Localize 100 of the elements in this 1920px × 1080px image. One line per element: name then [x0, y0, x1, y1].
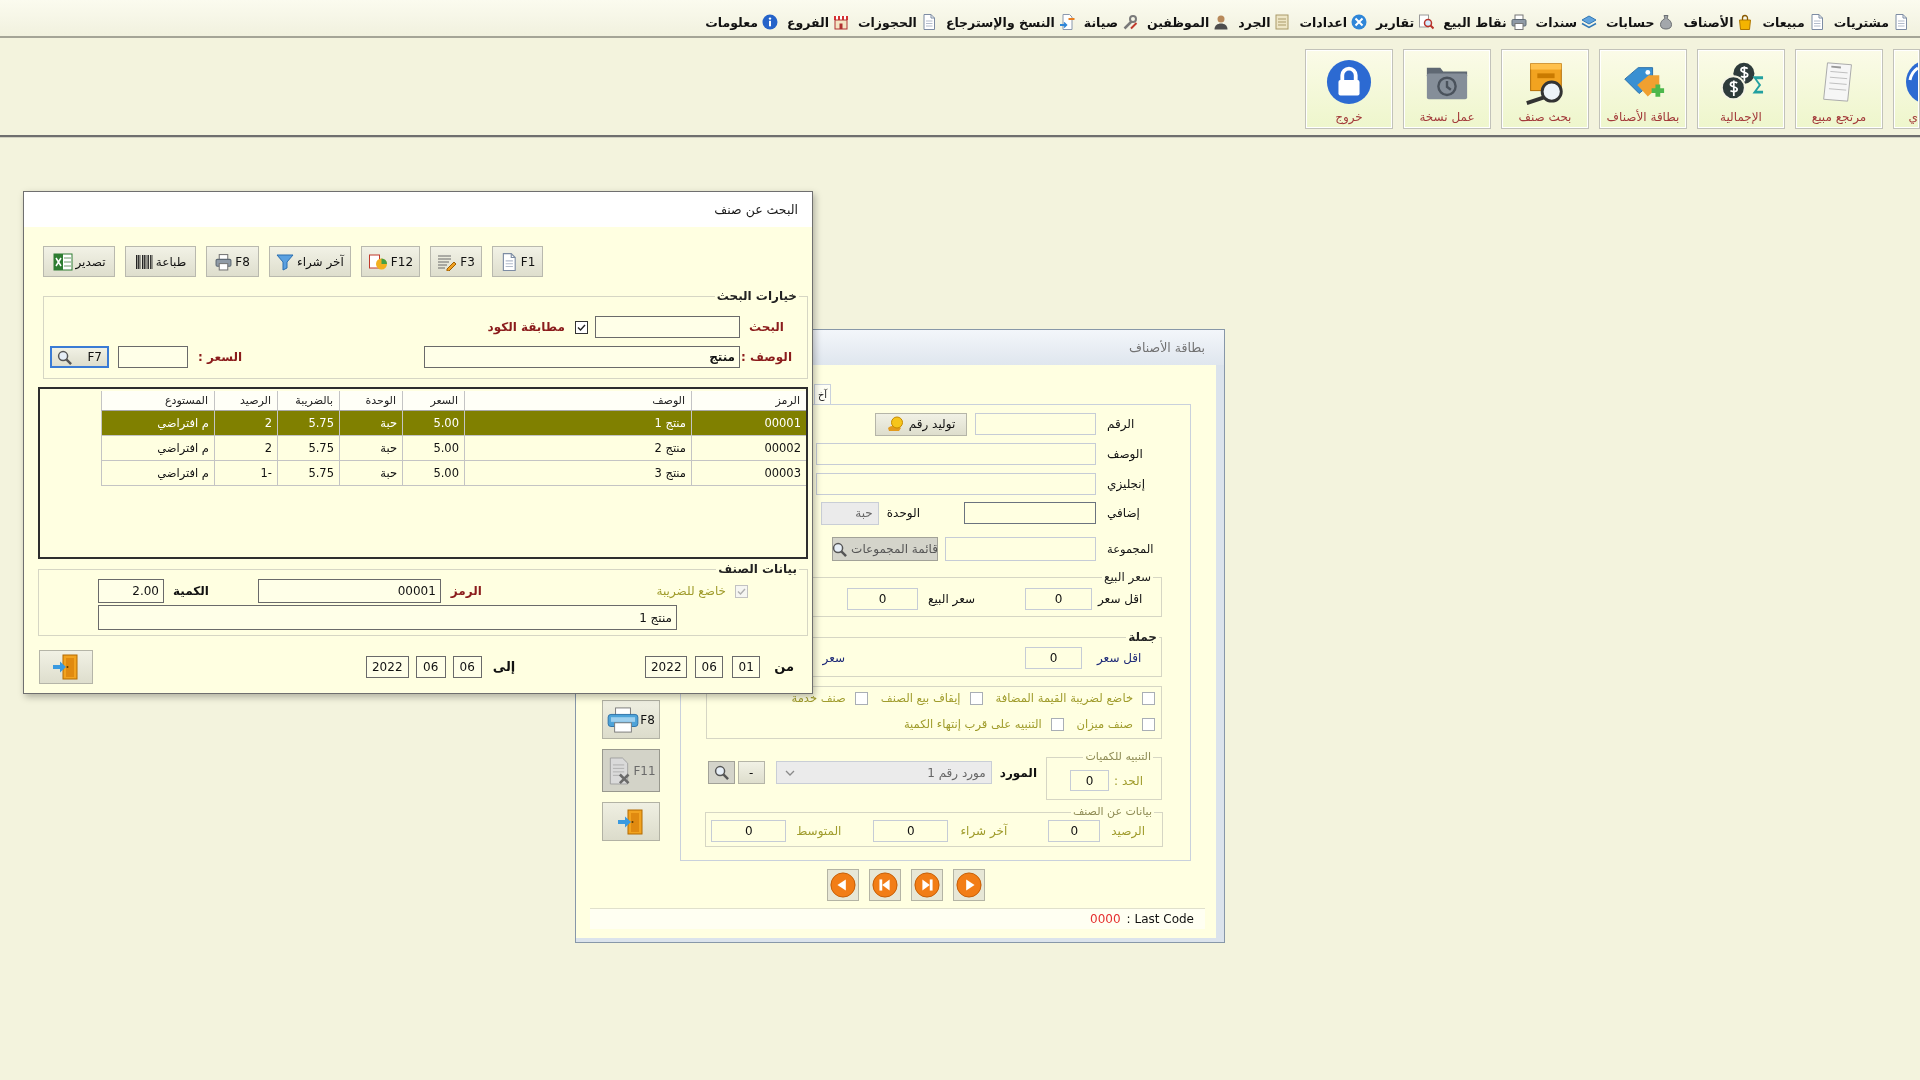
- table-cell: 2: [214, 411, 277, 436]
- funnel-icon: [276, 252, 294, 271]
- text-field[interactable]: منتج 1: [98, 605, 677, 630]
- number-field[interactable]: 0: [1025, 588, 1092, 610]
- field-label: إنجليزي: [1107, 476, 1147, 492]
- document-icon: [1893, 14, 1909, 30]
- menu-item[interactable]: معلومات: [705, 14, 778, 30]
- exit-button[interactable]: [602, 802, 660, 841]
- text-field[interactable]: [964, 502, 1096, 524]
- print-button[interactable]: F8: [602, 700, 660, 739]
- toolbar-button[interactable]: عمل نسخة: [1403, 49, 1491, 129]
- exit-door-icon: [617, 807, 645, 836]
- field-label: المتوسط: [796, 823, 842, 839]
- group-title: جملة: [1127, 630, 1158, 644]
- search-field[interactable]: [595, 316, 740, 338]
- menu-item[interactable]: النسخ والإسترجاع: [945, 14, 1075, 30]
- text-field[interactable]: 2.00: [98, 579, 164, 603]
- number-field[interactable]: 0: [1048, 820, 1101, 842]
- column-header: السعر: [402, 391, 464, 411]
- info-icon: [761, 14, 778, 30]
- menu-item[interactable]: الفروع: [786, 14, 849, 30]
- menu-item[interactable]: الجرد: [1238, 14, 1291, 30]
- field-label: الوحدة: [886, 505, 920, 521]
- printer-icon: [607, 706, 640, 733]
- checkbox[interactable]: [1142, 717, 1155, 731]
- checkbox[interactable]: [1142, 691, 1155, 705]
- toolbar-button[interactable]: F12: [360, 246, 420, 277]
- table-cell: 5.00: [402, 436, 464, 461]
- search-icon: [713, 765, 729, 780]
- table-cell: 00001: [691, 411, 806, 436]
- toolbar-button[interactable]: F8: [206, 246, 259, 277]
- store-icon: [833, 14, 849, 30]
- field-label: من: [774, 659, 794, 675]
- checkbox[interactable]: [1050, 717, 1064, 731]
- exit-button[interactable]: [39, 650, 93, 684]
- menu-item[interactable]: نقاط البيع: [1443, 14, 1527, 30]
- field-label: اقل سعر: [1098, 591, 1144, 607]
- next-record-button[interactable]: [953, 869, 985, 901]
- skip-right-icon: [914, 872, 940, 898]
- lock-icon: [1326, 59, 1372, 105]
- toolbar-button[interactable]: ي: [1893, 49, 1920, 129]
- search-button[interactable]: [707, 761, 735, 784]
- checkbox-label: خاضع للضريبة: [656, 583, 726, 599]
- date-field[interactable]: 01: [732, 656, 761, 678]
- number-field[interactable]: 0: [1025, 647, 1082, 669]
- menu-item[interactable]: مشتريات: [1833, 14, 1909, 30]
- toolbar-button[interactable]: الإجمالية: [1697, 49, 1785, 129]
- remove-button[interactable]: -: [737, 761, 765, 784]
- field-label: الوصف: [1107, 446, 1144, 462]
- number-field[interactable]: 0: [873, 820, 949, 842]
- toolbar-button[interactable]: خروج: [1305, 49, 1393, 129]
- printer-icon: [1510, 14, 1527, 30]
- menu-item[interactable]: حسابات: [1606, 14, 1675, 30]
- table-cell: حبة: [339, 411, 402, 436]
- generate-number-button[interactable]: توليد رقم: [875, 412, 967, 436]
- column-header: بالضريبة: [277, 391, 339, 411]
- toolbar-button[interactable]: تصدير: [43, 246, 115, 277]
- number-field[interactable]: 0: [847, 588, 919, 610]
- menu-item[interactable]: الحجوزات: [858, 14, 937, 30]
- date-field[interactable]: 06: [452, 656, 482, 678]
- menu-item[interactable]: تقارير: [1376, 14, 1435, 30]
- table-cell: 5.75: [277, 461, 339, 486]
- date-field[interactable]: 2022: [365, 656, 409, 678]
- menu-item[interactable]: الأصناف: [1683, 14, 1754, 30]
- search-button[interactable]: F7: [50, 346, 109, 368]
- date-field[interactable]: 2022: [645, 656, 688, 678]
- number-field[interactable]: 0: [711, 820, 787, 842]
- toolbar-button[interactable]: طباعة: [125, 246, 196, 277]
- toolbar-button[interactable]: آخر شراء: [269, 246, 351, 277]
- toolbar-button[interactable]: بحث صنف: [1501, 49, 1589, 129]
- menu-item[interactable]: اعدادات: [1299, 14, 1368, 30]
- status-value: 0000: [1090, 912, 1121, 926]
- notepad-icon: [1274, 14, 1291, 30]
- toolbar-button[interactable]: مرتجع مبيع: [1795, 49, 1883, 129]
- first-record-button[interactable]: [869, 869, 901, 901]
- toolbar-button[interactable]: بطاقة الأصناف: [1599, 49, 1687, 129]
- table-cell: 2: [214, 436, 277, 461]
- date-field[interactable]: 06: [695, 656, 724, 678]
- toolbar-button[interactable]: F1: [492, 246, 543, 277]
- last-record-button[interactable]: [911, 869, 943, 901]
- number-field[interactable]: 0: [1070, 770, 1110, 791]
- toolbar-button[interactable]: F3: [430, 246, 482, 277]
- date-field[interactable]: 06: [415, 656, 446, 678]
- previous-record-button[interactable]: [827, 869, 859, 901]
- checkbox[interactable]: [969, 691, 983, 705]
- checkbox[interactable]: [854, 691, 868, 705]
- text-field[interactable]: 00001: [257, 579, 441, 603]
- text-field[interactable]: منتج: [424, 346, 740, 368]
- checkbox[interactable]: [575, 320, 588, 334]
- menu-item[interactable]: مبيعات: [1762, 14, 1825, 30]
- field-label: البحث: [748, 319, 785, 335]
- field-label: الرمز: [450, 583, 482, 599]
- table-cell: حبة: [339, 436, 402, 461]
- menu-item[interactable]: صيانة: [1083, 14, 1138, 30]
- menu-item[interactable]: الموظفين: [1146, 14, 1230, 30]
- tab[interactable]: آخ: [814, 384, 831, 404]
- menu-item[interactable]: سندات: [1535, 14, 1598, 30]
- group-title: سعر البيع: [1103, 570, 1152, 584]
- text-field[interactable]: [118, 346, 188, 368]
- group-title: خيارات البحث: [715, 289, 798, 303]
